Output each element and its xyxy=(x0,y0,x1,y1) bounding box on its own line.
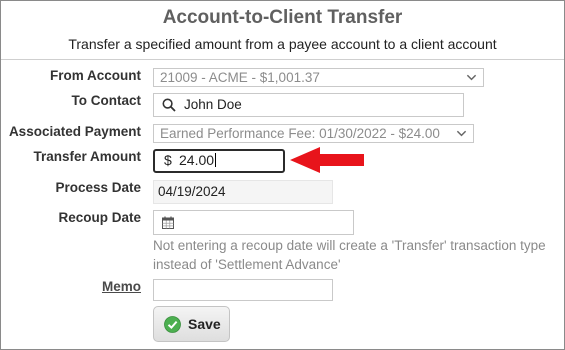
memo-label-link[interactable]: Memo xyxy=(102,279,141,294)
calendar-icon[interactable] xyxy=(162,216,174,229)
page-subtitle: Transfer a specified amount from a payee… xyxy=(68,36,497,52)
process-date-label: Process Date xyxy=(55,180,141,195)
from-account-select[interactable]: 21009 - ACME - $1,001.37 xyxy=(153,68,484,87)
page-title: Account-to-Client Transfer xyxy=(162,7,403,28)
save-button[interactable]: Save xyxy=(153,306,230,342)
recoup-date-label: Recoup Date xyxy=(58,210,141,225)
associated-payment-select[interactable]: Earned Performance Fee: 01/30/2022 - $24… xyxy=(153,124,474,143)
chevron-down-icon xyxy=(456,130,467,137)
recoup-date-help: Not entering a recoup date will create a… xyxy=(153,238,546,272)
process-date-value: 04/19/2024 xyxy=(158,184,226,199)
check-circle-icon xyxy=(164,316,181,333)
arrow-left-icon xyxy=(290,147,364,173)
recoup-date-input[interactable] xyxy=(153,210,354,235)
transfer-amount-input[interactable]: $ 24.00 xyxy=(153,149,285,173)
chevron-down-icon xyxy=(466,74,477,81)
from-account-value: 21009 - ACME - $1,001.37 xyxy=(160,70,320,85)
header-divider xyxy=(1,59,564,60)
save-button-label: Save xyxy=(188,316,221,332)
to-contact-input[interactable]: John Doe xyxy=(153,93,464,117)
to-contact-label: To Contact xyxy=(71,93,142,108)
associated-payment-value: Earned Performance Fee: 01/30/2022 - $24… xyxy=(160,126,440,141)
from-account-label: From Account xyxy=(50,68,141,83)
currency-symbol: $ xyxy=(164,152,172,168)
text-cursor xyxy=(215,153,217,167)
associated-payment-label: Associated Payment xyxy=(8,124,141,139)
memo-input[interactable] xyxy=(153,279,333,301)
transfer-amount-label: Transfer Amount xyxy=(33,149,141,164)
transfer-amount-value: 24.00 xyxy=(179,152,215,168)
process-date-field: 04/19/2024 xyxy=(153,180,333,204)
search-icon xyxy=(162,98,176,112)
to-contact-value: John Doe xyxy=(184,97,242,112)
